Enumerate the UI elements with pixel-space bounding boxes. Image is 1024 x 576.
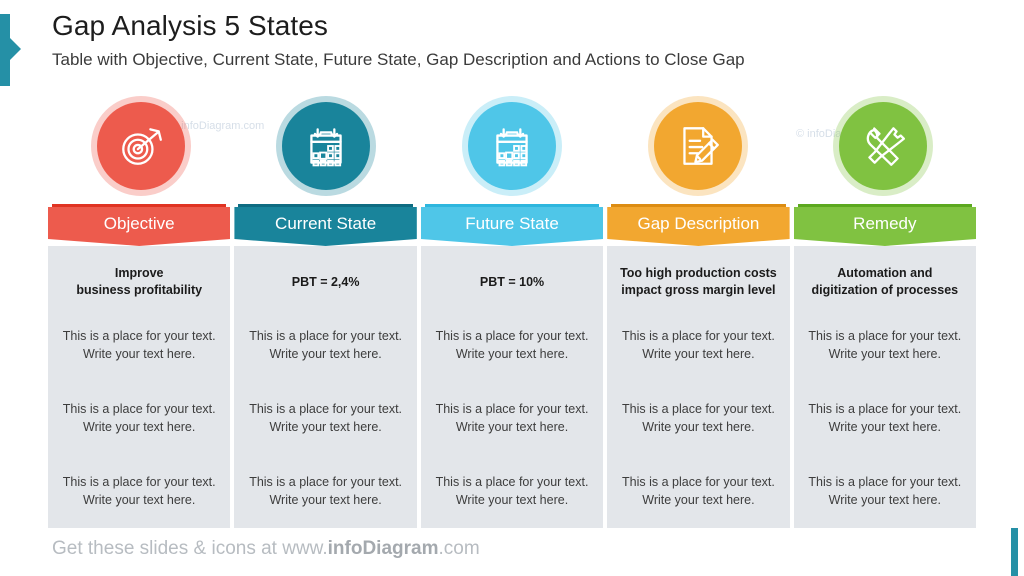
column-body-future-state: PBT = 10% This is a place for your text. W… <box>420 246 604 528</box>
column-remedy: Remedy Automation and digitization of proc… <box>793 204 977 528</box>
icon-halo-future-state <box>461 96 562 196</box>
table-row[interactable]: This is a place for your text. Write your… <box>48 308 230 381</box>
icon-cell-objective <box>48 92 234 200</box>
table-row[interactable]: This is a place for your text. Write your… <box>421 381 603 454</box>
table-row[interactable]: This is a place for your text. Write your… <box>794 381 976 454</box>
page-subtitle: Table with Objective, Current State, Fut… <box>52 50 745 69</box>
tools-icon <box>839 102 928 190</box>
calendar-icon <box>282 102 371 190</box>
highlight-cell[interactable]: Too high production costs impact gross ma… <box>607 256 789 308</box>
left-accent-bar <box>0 14 10 86</box>
highlight-cell[interactable]: Automation and digitization of processes <box>794 256 976 308</box>
column-header-banner: Gap Description <box>607 207 790 246</box>
footer-accent-bar <box>1011 528 1018 576</box>
footer-brand: infoDiagram <box>327 538 439 559</box>
column-header-banner: Remedy <box>793 207 977 246</box>
column-header-label: Remedy <box>853 214 917 233</box>
target-arrow-icon <box>96 102 185 190</box>
column-current-state: Current State PBT = 2,4% This is a place f… <box>234 204 417 528</box>
table-row[interactable]: This is a place for your text. Write your… <box>607 381 789 454</box>
footer-suffix: .com <box>438 538 480 559</box>
icon-cell-remedy <box>790 92 976 200</box>
table-row[interactable]: This is a place for your text. Write your… <box>794 455 976 528</box>
left-accent-chevron-icon <box>10 38 21 60</box>
icon-cell-current-state <box>234 92 420 200</box>
gap-analysis-table: Objective Improve business profitability Th… <box>48 204 977 528</box>
table-row[interactable]: This is a place for your text. Write your… <box>421 308 603 381</box>
column-body-gap-description: Too high production costs impact gross ma… <box>607 246 790 528</box>
column-header-label: Objective <box>103 214 175 233</box>
highlight-cell[interactable]: Improve business profitability <box>48 256 230 308</box>
column-objective: Objective Improve business profitability Th… <box>48 204 231 528</box>
icon-halo-remedy <box>833 96 934 196</box>
table-row[interactable]: This is a place for your text. Write your… <box>48 381 230 454</box>
column-header-label: Future State <box>465 214 559 233</box>
table-row[interactable]: This is a place for your text. Write your… <box>48 455 230 528</box>
column-header-banner: Objective <box>48 207 231 246</box>
table-row[interactable]: This is a place for your text. Write your… <box>234 308 416 381</box>
highlight-cell[interactable]: PBT = 10% <box>421 256 603 308</box>
icon-cell-future-state <box>419 92 605 200</box>
column-header-banner: Current State <box>234 207 417 246</box>
table-row[interactable]: This is a place for your text. Write your… <box>234 455 416 528</box>
column-header-current-state[interactable]: Current State <box>234 204 417 246</box>
column-header-remedy[interactable]: Remedy <box>793 204 977 246</box>
table-row[interactable]: This is a place for your text. Write your… <box>234 381 416 454</box>
column-body-objective: Improve business profitability This is a p… <box>48 246 231 528</box>
footer-prefix: Get these slides & icons at www. <box>52 538 328 559</box>
page-title: Gap Analysis 5 States <box>52 10 329 41</box>
icon-halo-gap-description <box>647 96 748 196</box>
column-future-state: Future State PBT = 10% This is a place for… <box>420 204 604 528</box>
table-row[interactable]: This is a place for your text. Write your… <box>421 455 603 528</box>
footer-text: Get these slides & icons at www.infoDiag… <box>52 538 480 560</box>
column-body-current-state: PBT = 2,4% This is a place for your text.… <box>234 246 417 528</box>
column-header-banner: Future State <box>420 207 604 246</box>
column-body-remedy: Automation and digitization of processes T… <box>793 246 977 528</box>
column-header-objective[interactable]: Objective <box>48 204 231 246</box>
column-gap-description: Gap Description Too high production costs… <box>607 204 790 528</box>
icon-halo-current-state <box>276 96 377 196</box>
icon-halo-objective <box>90 96 191 196</box>
column-header-label: Gap Description <box>637 214 760 233</box>
document-pencil-icon <box>653 102 742 190</box>
icon-cell-gap-description <box>605 92 791 200</box>
table-row[interactable]: This is a place for your text. Write your… <box>607 455 789 528</box>
column-header-label: Current State <box>275 214 377 233</box>
column-header-gap-description[interactable]: Gap Description <box>607 204 790 246</box>
table-row[interactable]: This is a place for your text. Write your… <box>794 308 976 381</box>
table-row[interactable]: This is a place for your text. Write your… <box>607 308 789 381</box>
icon-row <box>48 92 976 200</box>
calendar-icon <box>467 102 556 190</box>
column-header-future-state[interactable]: Future State <box>420 204 604 246</box>
highlight-cell[interactable]: PBT = 2,4% <box>234 256 416 308</box>
